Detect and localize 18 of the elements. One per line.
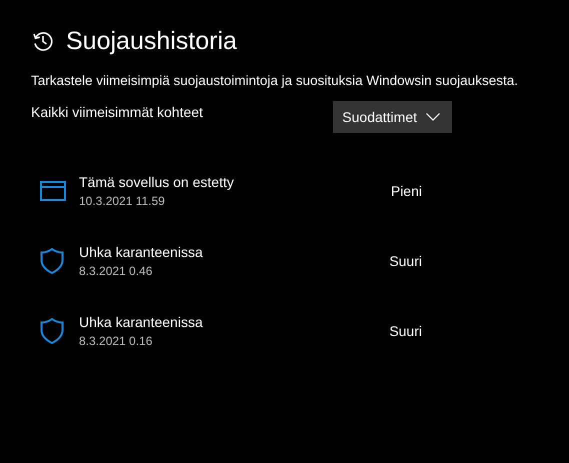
shield-icon <box>40 318 64 344</box>
item-date: 8.3.2021 0.46 <box>79 262 154 280</box>
item-title[interactable]: Uhka karanteenissa <box>79 242 390 262</box>
severity-label: Suuri <box>389 252 422 268</box>
page-title: Suojaushistoria <box>66 26 237 57</box>
chevron-icon <box>426 113 440 121</box>
shield-icon <box>40 248 64 274</box>
section-label: Kaikki viimeisimmät kohteet <box>31 104 203 120</box>
item-title[interactable]: Tämä sovellus on estetty <box>79 172 391 192</box>
item-date: 10.3.2021 11.59 <box>79 192 166 210</box>
item-title[interactable]: Uhka karanteenissa <box>79 312 390 332</box>
history-icon <box>31 29 55 53</box>
severity-label: Pieni <box>390 182 422 198</box>
item-date: 8.3.2021 0.16 <box>79 332 154 350</box>
severity-label: Suuri <box>389 322 422 338</box>
app-window-icon <box>40 180 66 200</box>
page-description: Tarkastele viimeisimpiä suojaustoimintoja ja suosituksia Windowsin suojauksesta. <box>31 72 519 90</box>
filters-button[interactable]: Suodattimet <box>333 101 452 133</box>
